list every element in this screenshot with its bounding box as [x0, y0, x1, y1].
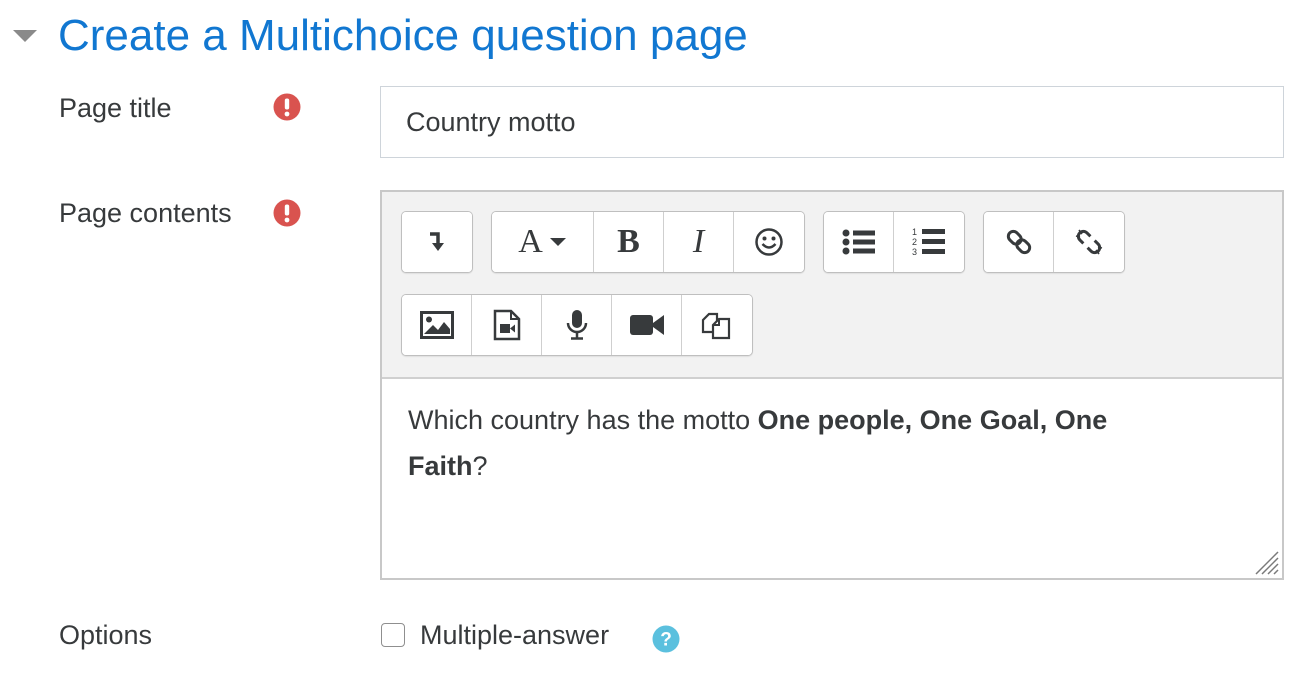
page-title-label: Page title	[59, 93, 172, 123]
multiple-answer-label[interactable]: Multiple-answer	[420, 618, 609, 652]
resize-handle-icon[interactable]	[1250, 546, 1280, 576]
page-title-input[interactable]	[380, 86, 1284, 158]
font-style-icon: A	[518, 223, 543, 260]
manage-files-button[interactable]	[682, 295, 752, 355]
section-title: Create a Multichoice question page	[58, 11, 748, 60]
toolbar-group-collapse	[401, 211, 473, 273]
media-button[interactable]	[472, 295, 542, 355]
unlink-button[interactable]	[1054, 212, 1124, 272]
numbered-list-button[interactable]: 1 2 3	[894, 212, 964, 272]
help-icon[interactable]: ?	[652, 625, 680, 653]
toolbar-group-style: A B I	[491, 211, 805, 273]
show-more-button[interactable]	[402, 212, 472, 272]
content-bold-text: One people, One Goal, One	[757, 405, 1108, 435]
editor-content-area[interactable]: Which country has the motto One people, …	[382, 377, 1282, 578]
bold-icon: B	[617, 223, 640, 260]
font-style-button[interactable]: A	[492, 212, 594, 272]
svg-text:1: 1	[912, 227, 917, 237]
media-icon	[493, 309, 520, 341]
content-text: Which country has the motto	[408, 405, 758, 435]
bold-button[interactable]: B	[594, 212, 664, 272]
required-icon	[273, 93, 301, 121]
multiple-answer-checkbox[interactable]	[381, 623, 405, 647]
content-bold-text: Faith	[408, 451, 473, 481]
link-button[interactable]	[984, 212, 1054, 272]
italic-icon: I	[692, 223, 705, 260]
svg-text:3: 3	[912, 247, 917, 257]
bullet-list-button[interactable]	[824, 212, 894, 272]
record-video-icon	[629, 315, 664, 335]
svg-text:2: 2	[912, 237, 917, 247]
caret-down-icon	[549, 238, 566, 246]
link-icon	[1006, 229, 1031, 255]
rich-text-editor: A B I 1 2 3 Which country has the motto …	[380, 190, 1284, 580]
collapse-toggle[interactable]	[12, 8, 46, 64]
section-header: Create a Multichoice question page	[12, 8, 748, 64]
record-audio-button[interactable]	[542, 295, 612, 355]
record-audio-icon	[566, 310, 587, 340]
required-icon	[273, 199, 301, 227]
image-icon	[419, 311, 454, 339]
manage-files-icon	[701, 312, 731, 340]
caret-down-icon	[13, 30, 37, 42]
record-video-button[interactable]	[612, 295, 682, 355]
toolbar-group-media	[401, 294, 753, 356]
emoji-icon	[755, 228, 783, 256]
page-contents-label: Page contents	[59, 198, 232, 228]
content-text: ?	[472, 451, 488, 481]
emoji-button[interactable]	[734, 212, 804, 272]
toolbar-group-links	[983, 211, 1125, 273]
italic-button[interactable]: I	[664, 212, 734, 272]
options-label: Options	[59, 620, 153, 650]
numbered-list-icon: 1 2 3	[912, 227, 945, 257]
bullet-list-icon	[842, 229, 875, 255]
unlink-icon	[1075, 229, 1103, 255]
toolbar-group-lists: 1 2 3	[823, 211, 965, 273]
show-more-icon	[430, 232, 444, 251]
svg-text:?: ?	[660, 630, 672, 651]
image-button[interactable]	[402, 295, 472, 355]
